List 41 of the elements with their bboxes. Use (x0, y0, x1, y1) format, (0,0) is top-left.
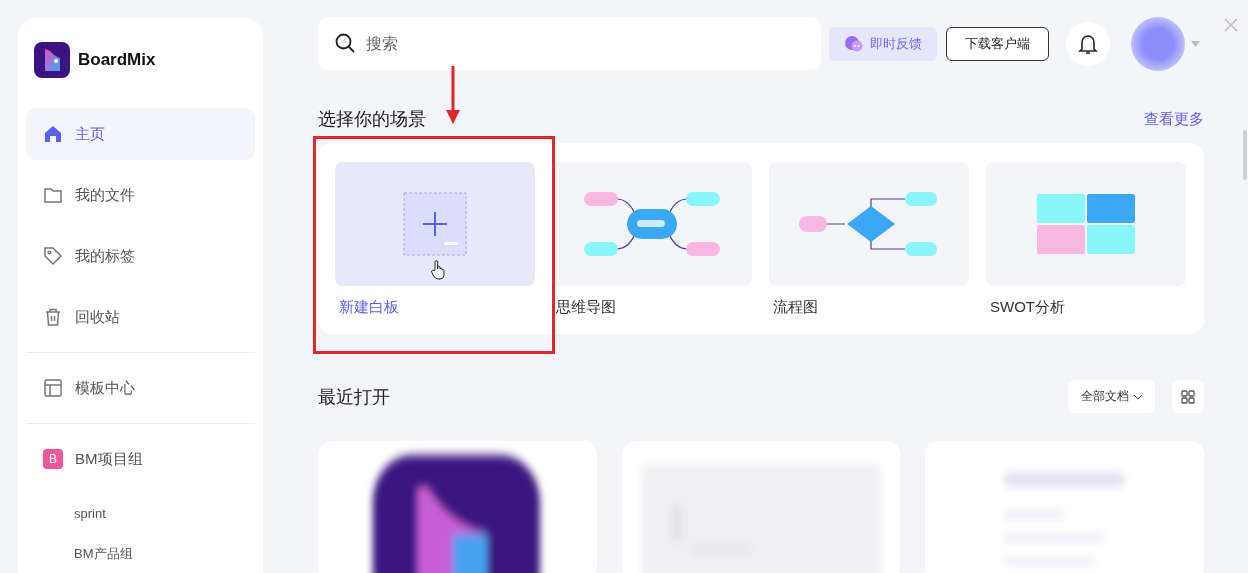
filter-dropdown[interactable]: 全部文档 (1068, 380, 1155, 413)
nav-item[interactable]: 我的标签 (26, 230, 255, 282)
feedback-button[interactable]: 即时反馈 (829, 26, 937, 61)
search-field[interactable]: 搜索 (318, 17, 821, 70)
download-button[interactable]: 下载客户端 (946, 26, 1049, 61)
view-more-link[interactable]: 查看更多 (1144, 109, 1204, 129)
plus-icon (403, 192, 467, 256)
section-title: 选择你的场景 (318, 108, 426, 131)
brand-name: BoardMix (78, 50, 156, 70)
nav-item[interactable]: 回收站 (26, 291, 255, 343)
close-icon[interactable] (1224, 18, 1238, 32)
nav-item[interactable]: 模板中心 (26, 362, 255, 414)
folder-icon (43, 185, 63, 205)
nav-item[interactable]: 主页 (26, 108, 255, 160)
scene-label: SWOT分析 (989, 298, 1066, 317)
bell-icon (1078, 32, 1098, 55)
logo-icon (34, 42, 70, 78)
nav-item[interactable]: 我的文件 (26, 169, 255, 221)
scene-label: 新建白板 (338, 298, 400, 317)
trash-icon (43, 307, 63, 327)
home-icon (43, 124, 63, 144)
grid-icon (1181, 389, 1195, 404)
caret-icon[interactable] (1191, 40, 1200, 47)
chat-icon (844, 34, 864, 53)
search-icon (334, 32, 356, 54)
annotation-arrow (446, 66, 460, 124)
tag-icon (43, 246, 63, 266)
avatar[interactable] (1131, 16, 1185, 71)
chevron-icon (1132, 393, 1143, 400)
project-group-item[interactable]: B BM项目组 (26, 433, 255, 485)
template-icon (43, 378, 63, 398)
scene-label: 流程图 (772, 298, 819, 317)
sub-item[interactable]: sprint (26, 494, 255, 534)
notification-button[interactable] (1066, 21, 1110, 66)
section-title: 最近打开 (318, 385, 390, 409)
scene-label: 思维导图 (555, 298, 617, 317)
sub-item[interactable]: BM产品组 (26, 534, 255, 573)
hand-cursor-icon (431, 260, 445, 280)
group-badge: B (43, 449, 63, 469)
grid-view-button[interactable] (1172, 380, 1204, 413)
scrollbar[interactable] (1243, 130, 1247, 180)
